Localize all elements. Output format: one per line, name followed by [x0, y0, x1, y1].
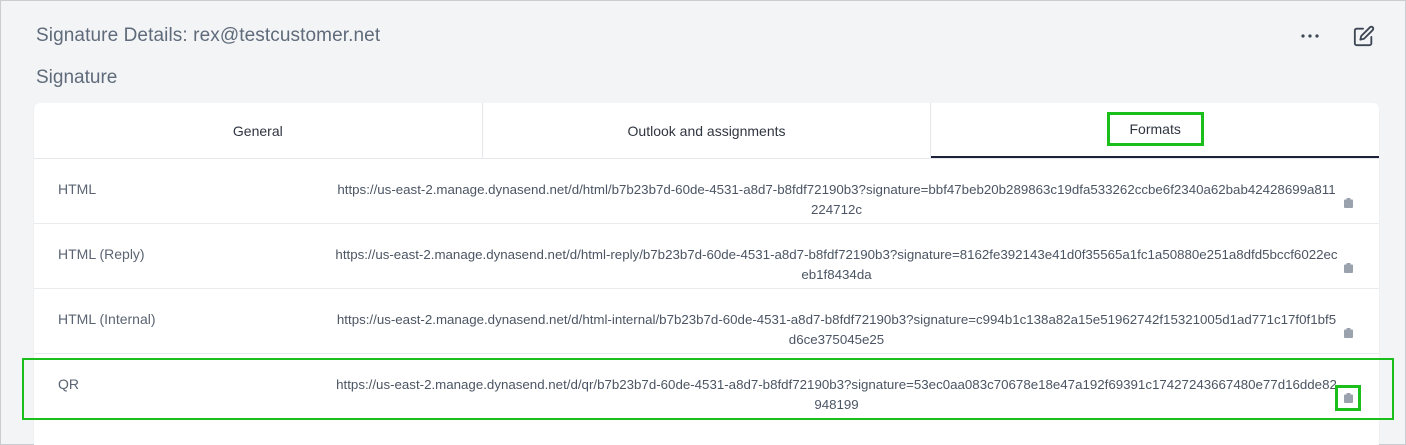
tab-outlook-assignments-label: Outlook and assignments — [627, 122, 786, 139]
format-url: https://us-east-2.manage.dynasend.net/d/… — [335, 247, 1338, 282]
tab-general[interactable]: General — [34, 103, 483, 158]
tab-outlook-assignments[interactable]: Outlook and assignments — [483, 103, 932, 158]
format-url: https://us-east-2.manage.dynasend.net/d/… — [336, 312, 1337, 347]
format-row-html: HTML https://us-east-2.manage.dynasend.n… — [34, 159, 1379, 224]
clipboard-icon[interactable] — [1335, 385, 1361, 411]
format-label: HTML — [58, 181, 97, 197]
header-actions — [1297, 23, 1377, 49]
format-row-html-internal: HTML (Internal) https://us-east-2.manage… — [34, 289, 1379, 354]
edit-icon[interactable] — [1351, 23, 1377, 49]
tab-bar: General Outlook and assignments Formats — [34, 103, 1379, 159]
format-url: https://us-east-2.manage.dynasend.net/d/… — [336, 377, 1337, 412]
format-label: HTML (Reply) — [58, 246, 145, 262]
format-label: HTML (Internal) — [58, 311, 156, 327]
tab-formats-label: Formats — [1106, 111, 1204, 146]
tab-formats[interactable]: Formats — [931, 103, 1379, 158]
format-row-qr: QR https://us-east-2.manage.dynasend.net… — [34, 354, 1379, 419]
format-row-html-reply: HTML (Reply) https://us-east-2.manage.dy… — [34, 224, 1379, 289]
clipboard-icon[interactable] — [1341, 196, 1355, 210]
format-label: QR — [58, 376, 79, 392]
signature-card: General Outlook and assignments Formats … — [34, 103, 1379, 445]
tab-general-label: General — [232, 122, 283, 139]
more-options-icon[interactable] — [1297, 23, 1323, 49]
page-title: Signature Details: rex@testcustomer.net — [36, 25, 381, 46]
clipboard-icon[interactable] — [1341, 261, 1355, 275]
section-title: Signature — [36, 67, 118, 88]
clipboard-icon[interactable] — [1341, 326, 1355, 340]
page-header: Signature Details: rex@testcustomer.net — [36, 21, 1375, 51]
format-url: https://us-east-2.manage.dynasend.net/d/… — [337, 182, 1336, 217]
